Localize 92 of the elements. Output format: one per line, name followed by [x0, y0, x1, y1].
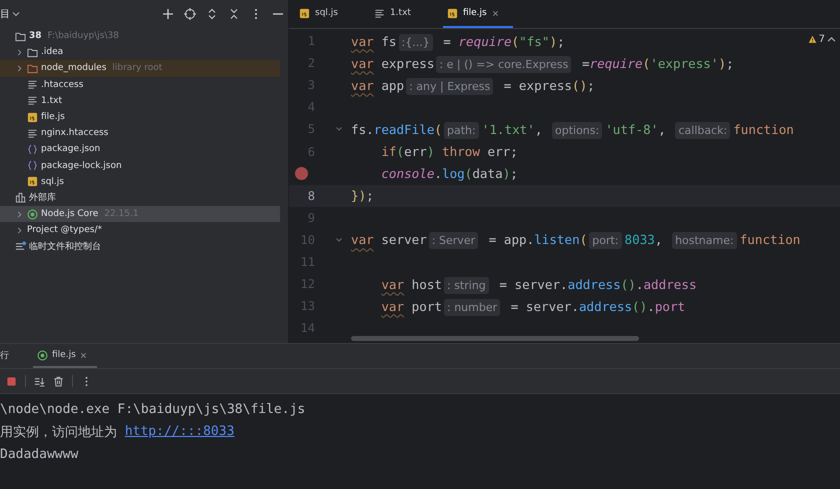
item-name: node_modules [41, 63, 106, 74]
code-line: var app : any | Express = express(); [351, 78, 595, 93]
panel-title[interactable]: 目 [0, 7, 10, 21]
braces-icon [27, 160, 38, 172]
item-name: 38 [29, 31, 42, 42]
tree-item[interactable]: .htaccess [0, 76, 280, 93]
code-line: fs.readFile( path: '1.txt', options: 'utf-8', callback: function [351, 122, 794, 137]
tree-item[interactable]: Project @types/* [0, 222, 280, 238]
chevron-up-icon[interactable] [827, 35, 836, 44]
item-hint: F:\baiduyp\js\38 [48, 31, 119, 42]
folder-icon [27, 62, 38, 74]
code-line: var fs :{...} = require("fs"); [351, 34, 565, 49]
node-icon [27, 208, 38, 220]
js-file-icon [27, 112, 38, 123]
chevron-down-icon[interactable] [12, 10, 20, 18]
code-line: var port : number = server.address().port [380, 298, 686, 314]
item-name: .idea [41, 47, 64, 58]
target-icon[interactable] [184, 8, 196, 20]
item-name: Node.js Core [41, 209, 98, 220]
warning-count[interactable]: 7 [818, 34, 825, 45]
collapse-icon[interactable] [228, 8, 240, 20]
chevron-right-icon[interactable] [16, 226, 23, 234]
tree-item[interactable]: 外部库 [0, 190, 280, 206]
item-name: 临时文件和控制台 [29, 240, 101, 254]
plus-icon[interactable] [162, 8, 174, 20]
tab-label: sql.js [315, 8, 338, 18]
editor-tab[interactable]: 1.txt [370, 0, 425, 28]
expand-icon[interactable] [206, 8, 218, 20]
item-name: sql.js [41, 176, 64, 187]
code-line: var host : string = server.address().address [380, 276, 697, 292]
stop-icon[interactable] [6, 376, 17, 386]
tree-item[interactable]: sql.js [0, 174, 280, 190]
item-name: package-lock.json [41, 160, 122, 171]
close-icon[interactable] [492, 10, 499, 16]
text-file-icon [27, 95, 38, 106]
scroll-to-end-icon[interactable] [34, 376, 45, 386]
tree-item[interactable]: nginx.htaccess [0, 125, 280, 142]
code-line: }); [351, 188, 374, 204]
fold-icon[interactable] [335, 236, 343, 244]
js-file-icon [299, 8, 310, 18]
item-name: Project @types/* [27, 225, 102, 236]
tree-item[interactable]: file.js [0, 108, 280, 126]
fold-icon[interactable] [335, 125, 343, 134]
chevron-right-icon[interactable] [16, 48, 23, 56]
tab-label: 行 [0, 350, 9, 362]
tree-item[interactable]: package.json [0, 141, 280, 158]
tree-item[interactable]: 38 F:\baiduyp\js\38 [0, 28, 280, 44]
item-name: 外部库 [29, 192, 56, 204]
text-file-icon [27, 128, 38, 139]
run-tab[interactable]: 行 [0, 344, 19, 368]
tab-label: 1.txt [390, 8, 411, 18]
console-output: 用实例，访问地址为 [0, 424, 118, 441]
item-name: file.js [41, 112, 65, 122]
editor-tab[interactable]: sql.js [295, 0, 352, 28]
breakpoint-icon[interactable] [295, 167, 308, 180]
scrollbar[interactable] [351, 336, 639, 341]
text-file-icon [374, 8, 385, 18]
library-icon [15, 192, 26, 204]
line-number: 8 [306, 188, 315, 203]
folder-icon [15, 30, 26, 42]
code-line: if(err) throw err; [380, 144, 518, 160]
folder-icon [27, 46, 38, 58]
item-name: nginx.htaccess [41, 128, 108, 138]
tree-item[interactable]: .idea [0, 44, 280, 60]
tree-item[interactable]: 临时文件和控制台 [0, 238, 280, 255]
trash-icon[interactable] [53, 376, 64, 386]
text-file-icon [27, 79, 38, 90]
close-icon[interactable] [80, 352, 87, 358]
braces-icon [27, 144, 38, 155]
item-name: .htaccess [41, 80, 84, 90]
warning-icon[interactable] [808, 35, 817, 44]
code-line: console.log(data); [380, 166, 518, 182]
node-icon [37, 350, 48, 360]
tab-label: file.js [52, 350, 76, 360]
item-name: package.json [41, 144, 100, 154]
js-file-icon [27, 176, 38, 188]
console-output: Dadadawwww [0, 446, 78, 462]
tree-item[interactable]: package-lock.json [0, 158, 280, 174]
js-file-icon [446, 8, 458, 18]
editor-tab[interactable]: file.js [442, 0, 513, 28]
chevron-right-icon[interactable] [16, 64, 23, 72]
console-link[interactable]: http://:::8033 [124, 424, 234, 440]
chevron-right-icon[interactable] [16, 210, 23, 218]
code-line: var server : Server = app.listen( port: 8033, hostname: function [351, 232, 800, 248]
item-hint: library root [112, 63, 162, 74]
console-output: \node\node.exe F:\baiduyp\js\38\file.js [0, 402, 306, 417]
code-line: var express : e | () => core.Express =require('express'); [351, 56, 734, 71]
tab-label: file.js [462, 8, 487, 18]
tree-item[interactable]: node_modules library root [0, 60, 280, 77]
tree-item[interactable]: 1.txt [0, 92, 280, 109]
scratch-icon [15, 241, 26, 252]
item-name: 1.txt [41, 96, 62, 106]
